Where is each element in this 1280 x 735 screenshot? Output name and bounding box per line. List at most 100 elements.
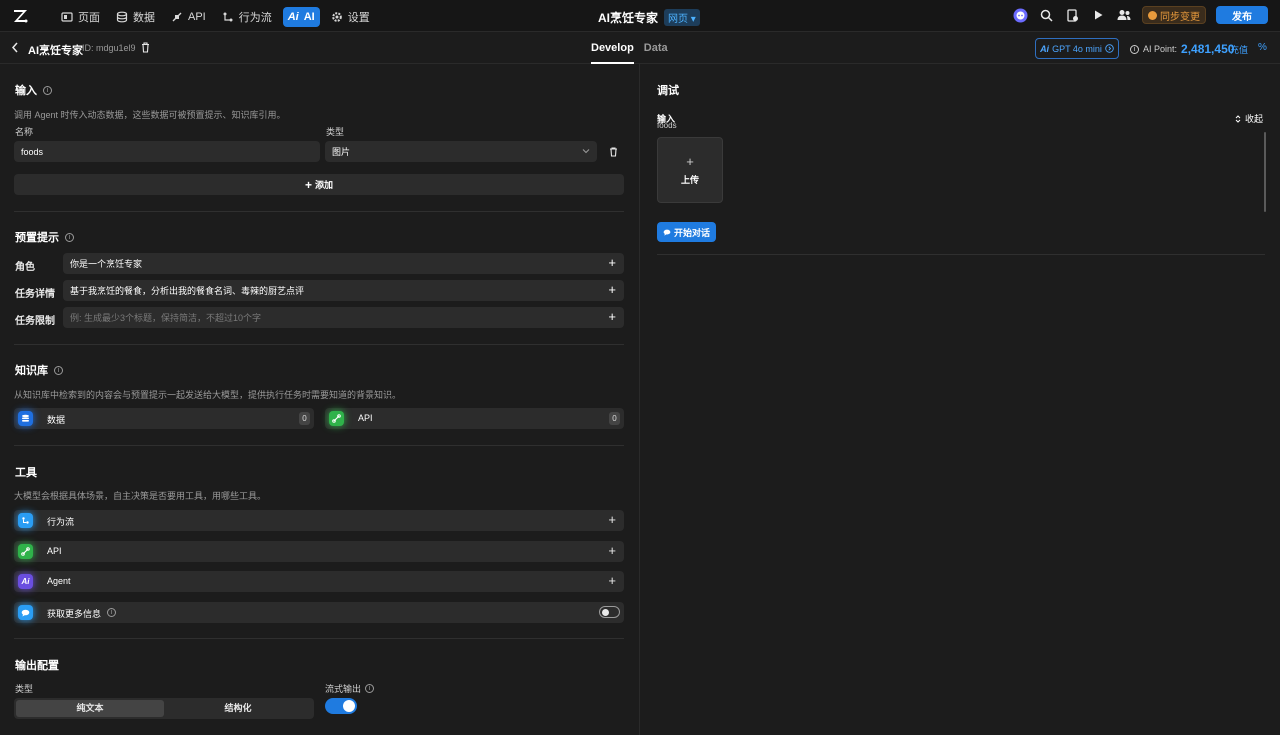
- trash-icon[interactable]: [609, 147, 618, 157]
- input-name-value: foods: [21, 146, 44, 157]
- play-icon[interactable]: [1090, 7, 1106, 23]
- app-title-area[interactable]: AI烹饪专家 网页 ▾: [598, 9, 700, 26]
- ai-icon: Ai: [287, 11, 299, 23]
- tools-section-title: 工具: [15, 464, 37, 480]
- search-icon[interactable]: [1038, 7, 1054, 23]
- app-logo-icon[interactable]: [12, 7, 30, 25]
- more-info-toggle[interactable]: [599, 606, 620, 618]
- editor-tabs: Develop Data: [591, 32, 668, 64]
- task-limit-placeholder: 例: 生成最少3个标题，保持简洁，不超过10个字: [70, 313, 262, 323]
- info-icon: i: [1130, 44, 1139, 54]
- workflow-icon: [18, 513, 33, 528]
- stream-output-label: 流式输出: [325, 684, 362, 694]
- percent-link[interactable]: %: [1258, 42, 1267, 53]
- nav-item-settings[interactable]: 设置: [326, 7, 375, 27]
- upload-box[interactable]: + 上传: [657, 137, 723, 203]
- plus-icon[interactable]: +: [608, 255, 616, 270]
- knowledge-section-title: 知识库 i: [15, 362, 63, 378]
- plus-icon[interactable]: +: [608, 282, 616, 297]
- task-limit-field[interactable]: 例: 生成最少3个标题，保持简洁，不超过10个字 +: [63, 307, 624, 328]
- model-name: GPT 4o mini: [1052, 43, 1102, 54]
- kb-name: 数据: [47, 415, 66, 425]
- tool-row-agent[interactable]: Ai Agent +: [14, 571, 624, 592]
- seg-structured[interactable]: 结构化: [164, 700, 312, 717]
- tool-row-more-info[interactable]: 获取更多信息 i: [14, 602, 624, 623]
- link-icon: [329, 411, 344, 426]
- info-icon[interactable]: i: [365, 684, 375, 693]
- nav-label: 页面: [78, 12, 100, 24]
- input-section-desc: 调用 Agent 时传入动态数据，这些数据可被预置提示、知识库引用。: [14, 110, 286, 120]
- top-bar: 页面 数据 API 行为流 Ai AI 设置 AI烹饪专家 网页 ▾ 同步变更 …: [0, 0, 1280, 32]
- sync-changes-button[interactable]: 同步变更: [1142, 6, 1206, 24]
- info-icon[interactable]: i: [54, 365, 63, 375]
- stream-output-label-wrap: 流式输出 i: [325, 682, 375, 695]
- scrollbar[interactable]: [1264, 132, 1266, 212]
- database-icon: [116, 11, 128, 23]
- input-type-select[interactable]: 图片: [325, 141, 597, 162]
- nav-item-ai[interactable]: Ai AI: [282, 7, 320, 27]
- output-type-segmented: 纯文本 结构化: [14, 698, 314, 719]
- stream-output-toggle[interactable]: [325, 698, 357, 714]
- nav-label: AI: [303, 11, 315, 23]
- model-selector[interactable]: Ai GPT 4o mini: [1035, 38, 1119, 59]
- tool-name: API: [47, 546, 62, 556]
- tool-row-workflow[interactable]: 行为流 +: [14, 510, 624, 531]
- debug-title: 调试: [657, 85, 679, 97]
- page-icon: [61, 12, 73, 22]
- knowledge-data-card[interactable]: 数据 0: [14, 408, 314, 429]
- assistant-icon[interactable]: [1012, 7, 1028, 23]
- document-settings-icon[interactable]: [1064, 7, 1080, 23]
- plus-icon[interactable]: +: [608, 543, 616, 558]
- input-name-field[interactable]: foods: [14, 141, 320, 162]
- tab-develop[interactable]: Develop: [591, 32, 634, 64]
- tools-desc: 大模型会根据具体场景，自主决策是否要用工具，用哪些工具。: [14, 491, 267, 501]
- chevron-right-icon: [1105, 44, 1114, 53]
- coins-icon: [1148, 10, 1157, 20]
- plus-icon[interactable]: +: [608, 573, 616, 588]
- info-icon[interactable]: i: [65, 232, 74, 242]
- divider: [14, 638, 624, 639]
- users-icon[interactable]: [1116, 7, 1132, 23]
- info-icon[interactable]: i: [43, 85, 52, 95]
- env-label: 网页: [668, 14, 689, 25]
- add-input-button[interactable]: + 添加: [14, 174, 624, 195]
- env-badge[interactable]: 网页 ▾: [664, 9, 700, 26]
- tool-row-api[interactable]: API +: [14, 541, 624, 562]
- debug-panel: 调试 输入 foods 收起 + 上传 开始对话: [641, 64, 1280, 735]
- nav-item-workflow[interactable]: 行为流: [217, 7, 277, 27]
- task-detail-field[interactable]: 基于我烹饪的餐食，分析出我的餐食名词、毒辣的厨艺点评 +: [63, 280, 624, 301]
- trash-icon[interactable]: [141, 42, 150, 53]
- ai-point-label: AI Point:: [1143, 44, 1178, 54]
- nav-item-data[interactable]: 数据: [111, 7, 160, 27]
- ai-icon: Ai: [18, 574, 33, 589]
- seg-plain-text[interactable]: 纯文本: [16, 700, 164, 717]
- kb-count: 0: [299, 412, 310, 425]
- knowledge-api-card[interactable]: API 0: [325, 408, 624, 429]
- start-chat-button[interactable]: 开始对话: [657, 222, 716, 242]
- back-icon[interactable]: [11, 42, 19, 53]
- plus-icon[interactable]: +: [608, 309, 616, 324]
- input-section-title: 输入 i: [15, 82, 52, 98]
- tab-data[interactable]: Data: [644, 32, 668, 64]
- section-title-text: 知识库: [15, 365, 48, 377]
- plus-icon: +: [686, 154, 694, 169]
- collapse-label: 收起: [1245, 114, 1264, 124]
- task-detail-label: 任务详情: [15, 289, 55, 300]
- gear-icon: [331, 12, 342, 22]
- editor-header: AI烹饪专家 ID: mdgu1el9 Develop Data Ai GPT …: [0, 32, 1280, 64]
- divider: [14, 445, 624, 446]
- role-value: 你是一个烹饪专家: [70, 259, 143, 269]
- section-title-text: 输入: [15, 85, 37, 97]
- nav-item-api[interactable]: API: [166, 7, 211, 27]
- task-detail-value: 基于我烹饪的餐食，分析出我的餐食名词、毒辣的厨艺点评: [70, 286, 305, 296]
- info-icon[interactable]: i: [107, 608, 116, 617]
- role-field[interactable]: 你是一个烹饪专家 +: [63, 253, 624, 274]
- agent-config-panel: 输入 i 调用 Agent 时传入动态数据，这些数据可被预置提示、知识库引用。 …: [0, 64, 640, 735]
- nav-label: API: [188, 11, 206, 23]
- publish-button[interactable]: 发布: [1216, 6, 1268, 24]
- plus-icon[interactable]: +: [608, 512, 616, 527]
- collapse-button[interactable]: 收起: [1235, 112, 1263, 125]
- nav-item-pages[interactable]: 页面: [56, 7, 105, 27]
- role-label: 角色: [15, 262, 35, 273]
- recharge-link[interactable]: 充值: [1230, 43, 1248, 56]
